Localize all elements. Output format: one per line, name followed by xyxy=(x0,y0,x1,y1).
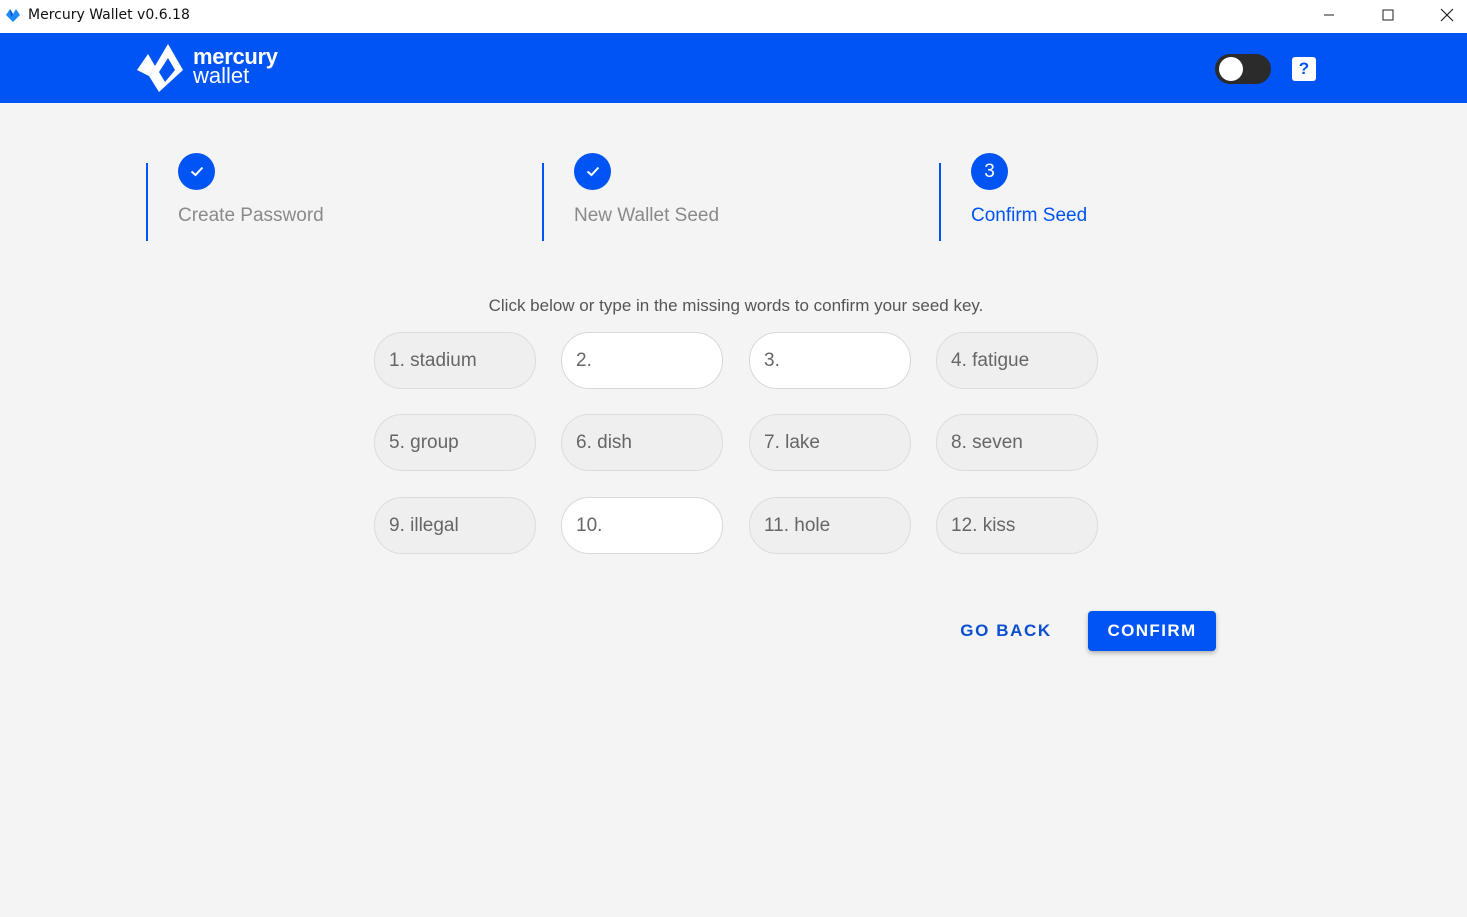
seed-input-10[interactable]: 10. xyxy=(561,497,723,554)
mercury-wallet-logo[interactable]: mercury wallet xyxy=(135,42,285,94)
minimize-icon xyxy=(1324,14,1334,16)
seed-word-7[interactable]: 7. lake xyxy=(749,414,911,471)
maximize-button[interactable] xyxy=(1365,0,1411,30)
confirm-button[interactable]: CONFIRM xyxy=(1088,611,1216,651)
step-label: New Wallet Seed xyxy=(574,205,720,226)
window-titlebar: Mercury Wallet v0.6.18 xyxy=(0,0,1467,33)
minimize-button[interactable] xyxy=(1306,0,1352,30)
window-title: Mercury Wallet v0.6.18 xyxy=(28,7,190,23)
mercury-logo-icon xyxy=(137,44,183,92)
seed-word-1[interactable]: 1. stadium xyxy=(374,332,536,389)
checkmark-icon xyxy=(190,166,203,177)
maximize-icon xyxy=(1382,9,1394,21)
seed-word-12[interactable]: 12. kiss xyxy=(936,497,1098,554)
step-label: Create Password xyxy=(178,205,324,226)
step-divider xyxy=(939,163,941,241)
close-icon xyxy=(1440,8,1454,22)
step-label: Confirm Seed xyxy=(971,205,1088,226)
logo-text-wallet: wallet xyxy=(193,63,250,88)
seed-word-6[interactable]: 6. dish xyxy=(561,414,723,471)
step-check-circle xyxy=(178,153,215,190)
app-header: mercury wallet ? xyxy=(0,33,1467,103)
seed-word-4[interactable]: 4. fatigue xyxy=(936,332,1098,389)
step-number-circle: 3 xyxy=(971,153,1008,190)
seed-word-5[interactable]: 5. group xyxy=(374,414,536,471)
seed-word-11[interactable]: 11. hole xyxy=(749,497,911,554)
instructions-text: Click below or type in the missing words… xyxy=(488,296,984,315)
help-button[interactable]: ? xyxy=(1292,57,1316,81)
theme-toggle[interactable] xyxy=(1215,54,1271,84)
seed-input-2[interactable]: 2. xyxy=(561,332,723,389)
seed-input-3[interactable]: 3. xyxy=(749,332,911,389)
step-divider xyxy=(146,163,148,241)
step-check-circle xyxy=(574,153,611,190)
checkmark-icon xyxy=(586,166,599,177)
step-divider xyxy=(542,163,544,241)
app-logo-icon xyxy=(6,9,20,22)
seed-word-9[interactable]: 9. illegal xyxy=(374,497,536,554)
toggle-knob xyxy=(1219,57,1243,81)
close-button[interactable] xyxy=(1424,0,1467,30)
go-back-button[interactable]: GO BACK xyxy=(944,611,1068,651)
seed-word-8[interactable]: 8. seven xyxy=(936,414,1098,471)
